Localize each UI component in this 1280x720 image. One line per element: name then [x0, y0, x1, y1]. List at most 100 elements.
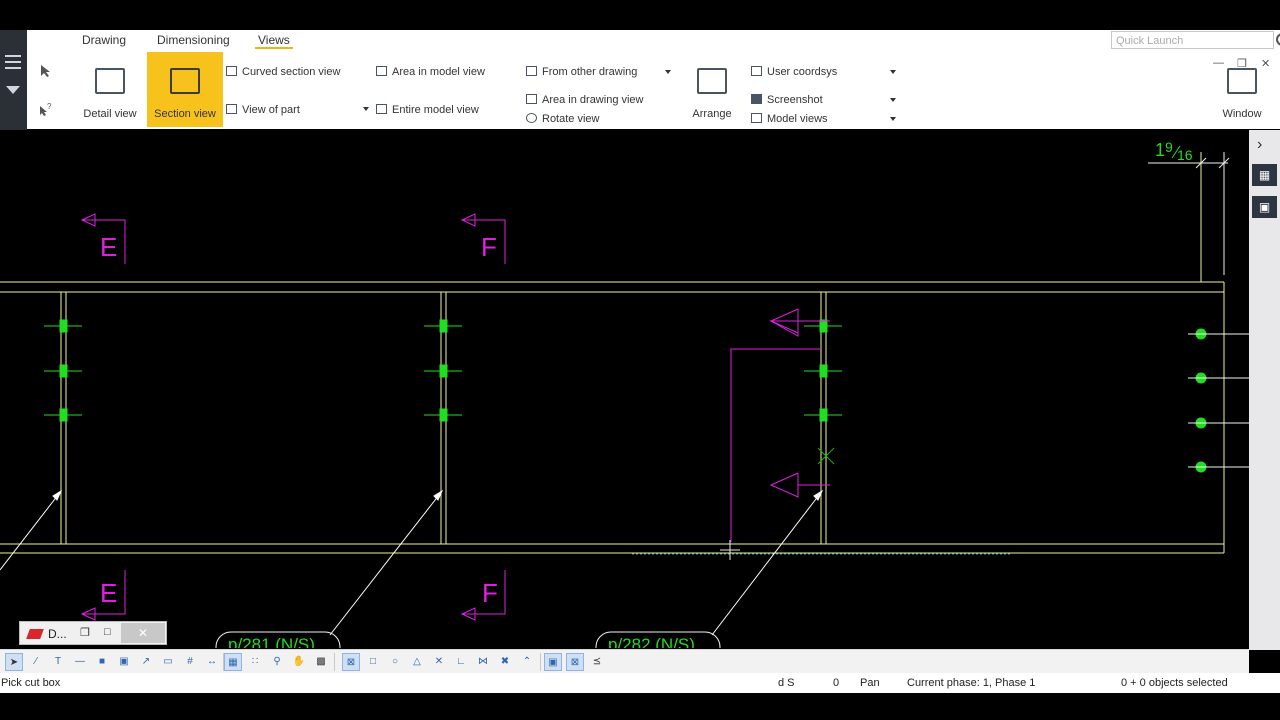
section-label-e-bottom: E	[100, 578, 117, 608]
rotate-view-button[interactable]: Rotate view	[526, 111, 599, 127]
menu-icon[interactable]	[5, 55, 21, 57]
pan-icon[interactable]: ✋	[290, 653, 308, 671]
grid-icon[interactable]: ▦	[224, 653, 242, 671]
grid-dots-icon[interactable]: ∷	[246, 653, 264, 671]
section-label-f-bottom: F	[482, 578, 498, 608]
bolt-group-2	[424, 319, 462, 422]
snap-center-icon[interactable]: ▣	[115, 653, 133, 671]
snap-box-x-icon[interactable]: ⊠	[342, 653, 360, 671]
window-icon	[1227, 68, 1257, 94]
properties-icon[interactable]: ▣	[1252, 196, 1277, 218]
help-pointer-icon[interactable]: ?	[39, 102, 53, 116]
screenshot-dropdown-icon[interactable]	[890, 98, 896, 102]
snap-grid-icon[interactable]: #	[181, 653, 199, 671]
svg-text:?: ?	[47, 102, 52, 111]
arrange-button[interactable]: Arrange	[685, 52, 739, 127]
dimension-tool-icon[interactable]: —	[71, 653, 89, 671]
snap-tangent-icon[interactable]: ⋈	[474, 653, 492, 671]
quick-launch-input[interactable]: Quick Launch	[1111, 31, 1274, 49]
part-tag-2: p/282 (N/S)	[608, 635, 695, 648]
app-logo-icon	[26, 629, 44, 639]
status-phase[interactable]: Current phase: 1, Phase 1	[907, 677, 1035, 689]
cursor-crosshair	[720, 540, 740, 560]
catalog-icon[interactable]: ▦	[1252, 164, 1277, 186]
window-button[interactable]: Window	[1213, 52, 1271, 127]
snap-triangle-icon[interactable]: △	[408, 653, 426, 671]
user-coordsys-dropdown-icon[interactable]	[890, 70, 896, 74]
screen-bottom	[0, 693, 1280, 720]
search-icon[interactable]	[1276, 33, 1280, 46]
view-of-part-icon	[226, 104, 237, 114]
pointer-icon[interactable]	[39, 64, 53, 78]
ribbon: Drawing Dimensioning Views Quick Launch …	[27, 30, 1280, 129]
entire-model-icon	[376, 104, 387, 114]
tab-drawing[interactable]: Drawing	[82, 33, 126, 47]
model-views-dropdown-icon[interactable]	[890, 117, 896, 121]
dimension-denominator: 16	[1177, 147, 1193, 163]
snap-point-icon[interactable]: ▣	[544, 653, 562, 671]
app-window: Drawing Dimensioning Views Quick Launch …	[0, 0, 1280, 720]
status-selection: 0 + 0 objects selected	[1121, 677, 1228, 689]
status-action: Pan	[860, 677, 880, 689]
tab-dimensioning[interactable]: Dimensioning	[157, 33, 230, 47]
model-views-button[interactable]: Model views	[751, 111, 828, 127]
curved-section-view-button[interactable]: Curved section view	[226, 64, 340, 80]
bolt-group-3	[804, 319, 842, 422]
model-views-icon	[751, 113, 762, 123]
area-in-drawing-view-button[interactable]: Area in drawing view	[526, 92, 644, 108]
detail-view-icon	[95, 68, 125, 94]
bolt-group-right	[1188, 328, 1249, 473]
screenshot-button[interactable]: Screenshot	[751, 92, 823, 108]
section-view-button[interactable]: Section view	[147, 52, 223, 127]
pattern-icon[interactable]: ▩	[312, 653, 330, 671]
status-mode: d S	[778, 677, 795, 689]
mini-close-button[interactable]: ✕	[121, 623, 165, 643]
snap-rect-icon[interactable]: □	[364, 653, 382, 671]
maximize-icon[interactable]: □	[104, 626, 111, 638]
fill-tool-icon[interactable]: ■	[93, 653, 111, 671]
view-frame-icon[interactable]: ▭	[159, 653, 177, 671]
area-drawing-icon	[526, 94, 537, 104]
snap-horizontal-icon[interactable]: ↔	[203, 653, 221, 671]
snap-any-icon[interactable]: ⊠	[566, 653, 584, 671]
section-label-f-top: F	[481, 232, 497, 262]
tab-views[interactable]: Views	[255, 33, 293, 49]
snap-arc-icon[interactable]: ⌃	[518, 653, 536, 671]
select-tool-icon[interactable]: ➤	[5, 653, 23, 671]
ribbon-tabs: Drawing Dimensioning Views Quick Launch	[27, 30, 1280, 52]
chevron-right-icon[interactable]: ›	[1257, 136, 1262, 154]
bolt-group-1	[44, 319, 82, 422]
expand-down-icon[interactable]	[6, 86, 20, 94]
arrange-icon	[697, 68, 727, 94]
snap-intersection-icon[interactable]: ✕	[430, 653, 448, 671]
snap-line-icon[interactable]: ↗	[137, 653, 155, 671]
snap-circle-icon[interactable]: ○	[386, 653, 404, 671]
dimension-whole: 1	[1155, 140, 1165, 160]
mini-window-title: D...	[48, 627, 67, 641]
curved-section-icon	[226, 66, 237, 76]
line-tool-icon[interactable]: ∕	[27, 653, 45, 671]
entire-model-view-button[interactable]: Entire model view	[376, 102, 479, 118]
area-model-icon	[376, 66, 387, 76]
detail-view-button[interactable]: Detail view	[83, 52, 137, 127]
drawing-svg[interactable]: E F E F p/281 (N/S) p/282 (N/S) 1 9 16	[0, 130, 1249, 663]
section-label-e-top: E	[100, 232, 117, 262]
drawing-mini-window: D... ❐ □ ✕	[19, 621, 167, 645]
rotate-icon	[526, 113, 537, 123]
snap-pin-icon[interactable]: ⪯	[588, 653, 606, 671]
area-in-model-view-button[interactable]: Area in model view	[376, 64, 485, 80]
restore-icon[interactable]: ❐	[80, 626, 90, 639]
status-prompt: Pick cut box	[1, 677, 61, 689]
view-of-part-dropdown-icon[interactable]	[363, 107, 369, 111]
user-coordsys-button[interactable]: User coordsys	[751, 64, 837, 80]
leader-arrows	[0, 489, 824, 636]
dimension-numerator: 9	[1165, 139, 1173, 155]
from-other-drawing-dropdown-icon[interactable]	[665, 70, 671, 74]
snap-perpendicular-icon[interactable]: ∟	[452, 653, 470, 671]
from-other-drawing-button[interactable]: From other drawing	[526, 64, 637, 80]
drawing-canvas[interactable]: E F E F p/281 (N/S) p/282 (N/S) 1 9 16	[0, 130, 1249, 663]
snap-nearest-icon[interactable]: ✖	[496, 653, 514, 671]
zoom-icon[interactable]: ⚲	[268, 653, 286, 671]
view-of-part-button[interactable]: View of part	[226, 102, 300, 118]
text-tool-icon[interactable]: T	[49, 653, 67, 671]
